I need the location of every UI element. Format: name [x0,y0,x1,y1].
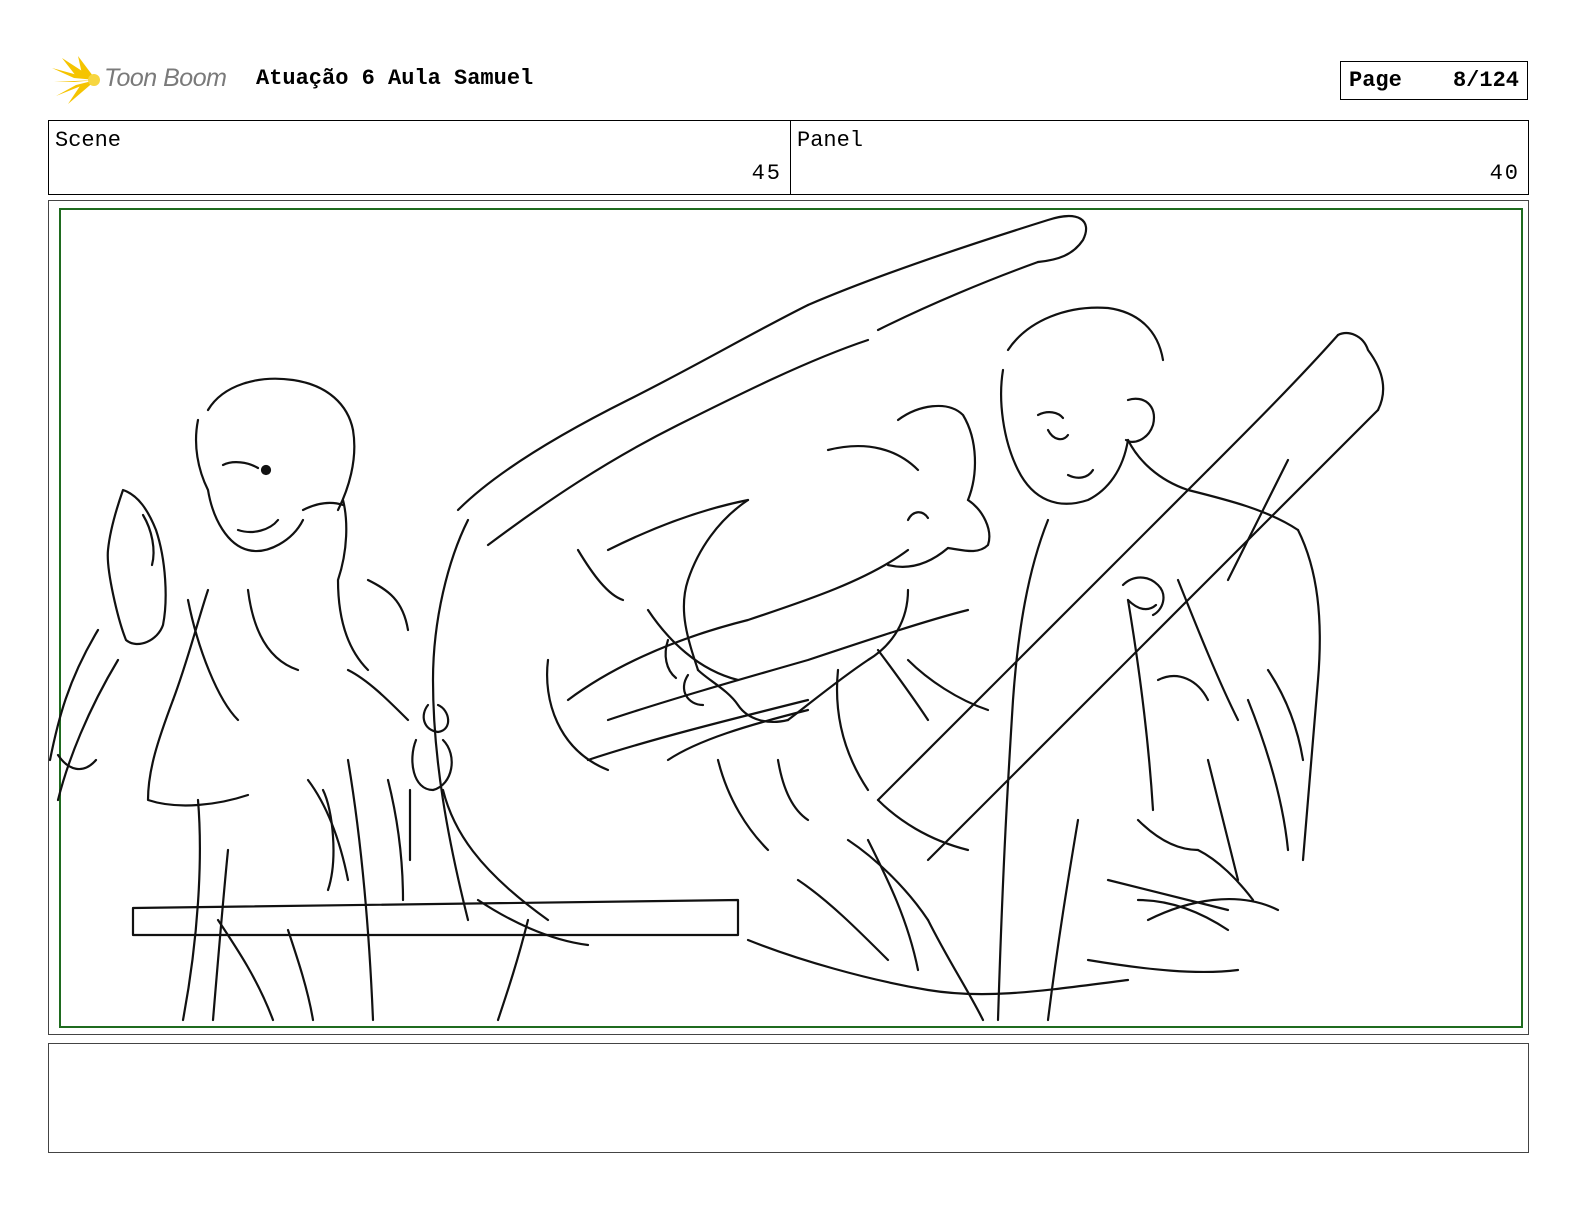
scene-cell: Scene 45 [49,121,791,194]
notes-box [48,1043,1529,1153]
page-label: Page [1349,68,1402,93]
scene-label: Scene [55,128,122,153]
storyboard-sketch [48,215,1385,1022]
scene-panel-info: Scene 45 Panel 40 [48,120,1529,195]
panel-number: 40 [1489,161,1520,186]
project-title: Atuação 6 Aula Samuel [256,66,534,91]
panel-cell: Panel 40 [791,121,1528,194]
logo-text: Toon Boom [104,64,227,92]
scene-number: 45 [751,161,782,186]
page-number: 8/124 [1452,68,1519,93]
page-indicator: Page 8/124 [1340,61,1528,100]
toon-boom-logo: Toon Boom [52,56,242,104]
panel-label: Panel [797,128,864,153]
starburst-icon [52,56,100,104]
